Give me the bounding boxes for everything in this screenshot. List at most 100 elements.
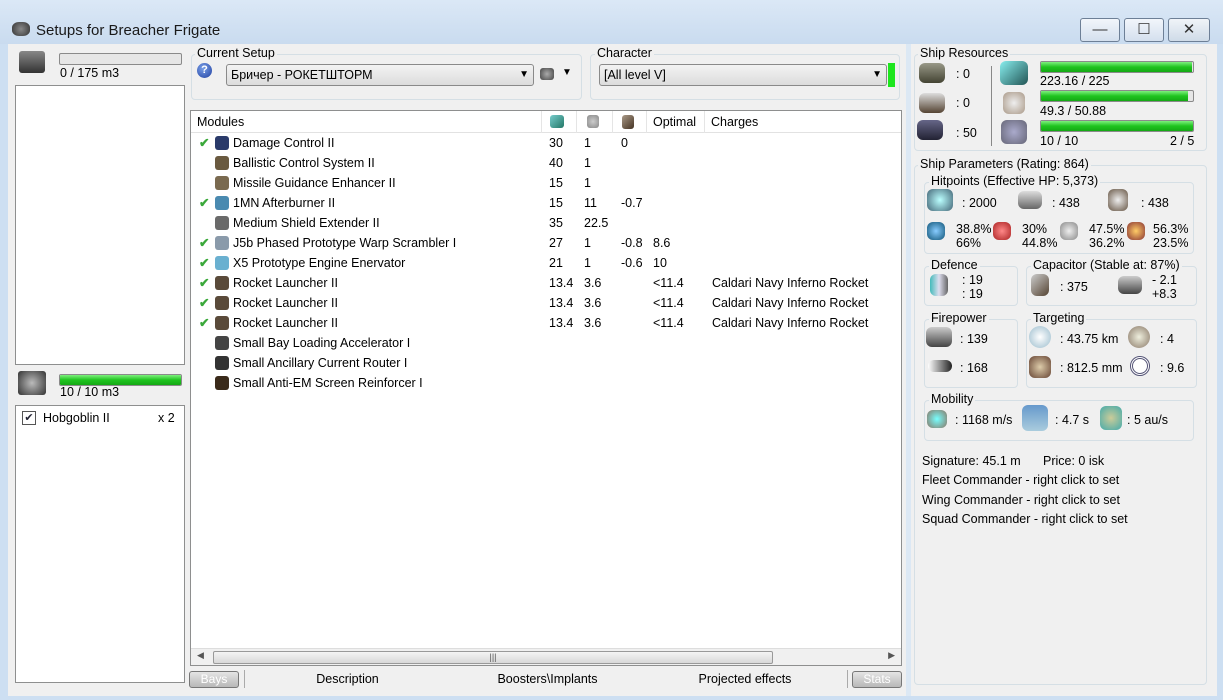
powergrid-bar — [1041, 91, 1189, 101]
missile-dps: : 168 — [960, 361, 988, 375]
cpu-icon[interactable] — [550, 115, 564, 128]
em-shield-resist: 38.8% — [956, 222, 992, 236]
header-modules[interactable]: Modules — [197, 115, 244, 129]
module-row[interactable]: Small Anti-EM Screen Reinforcer I — [191, 373, 891, 393]
em-armor-resist: 66% — [956, 236, 982, 250]
firepower-label: Firepower — [929, 311, 989, 325]
horizontal-scrollbar[interactable]: ◀ ||| ▶ — [191, 648, 901, 665]
capacitor-icon[interactable] — [622, 115, 634, 129]
help-icon[interactable]: ? — [197, 63, 212, 78]
scan-resolution: : 812.5 mm — [1060, 361, 1123, 375]
powergrid-value: 49.3 / 50.88 — [1040, 104, 1107, 118]
hitpoints-label: Hitpoints (Effective HP: 5,373) — [929, 174, 1101, 188]
drone-bandwidth-value: 10 / 10 — [1040, 134, 1079, 148]
price: Price: 0 isk — [1043, 454, 1105, 468]
module-row[interactable]: Small Bay Loading Accelerator I — [191, 333, 891, 353]
tab-description[interactable]: Description — [280, 671, 415, 688]
wing-commander[interactable]: Wing Commander - right click to set — [922, 493, 1120, 507]
em-resist-icon — [927, 222, 945, 240]
app-icon — [12, 22, 30, 36]
tab-bays[interactable]: Bays — [189, 671, 239, 688]
targeting-group — [1026, 319, 1197, 388]
powergrid-icon[interactable] — [587, 115, 599, 128]
drone-checkbox[interactable]: ✔ — [22, 411, 36, 425]
module-icon — [215, 136, 229, 150]
setup-tools-icon[interactable] — [540, 68, 554, 80]
ship-parameters-label: Ship Parameters (Rating: 864) — [918, 157, 1091, 171]
fleet-commander[interactable]: Fleet Commander - right click to set — [922, 473, 1119, 487]
module-icon — [215, 276, 229, 290]
maximize-button[interactable]: ☐ — [1124, 18, 1164, 42]
module-name: 1MN Afterburner II — [233, 196, 336, 210]
minimize-button[interactable]: — — [1080, 18, 1120, 42]
character-value: [All level V] — [604, 68, 666, 82]
explosive-resists: 56.3% 23.5% — [1153, 222, 1189, 250]
module-row[interactable]: ✔ Rocket Launcher II 13.4 3.6 <11.4 Caldari N… — [191, 273, 891, 293]
module-cpu: 13.4 — [549, 276, 574, 290]
module-row[interactable]: ✔ X5 Prototype Engine Enervator 21 1 -0.6 10 — [191, 253, 891, 273]
tab-projected-effects[interactable]: Projected effects — [670, 671, 820, 688]
em-resists: 38.8% 66% — [956, 222, 991, 250]
squad-commander[interactable]: Squad Commander - right click to set — [922, 512, 1128, 526]
module-cap: -0.7 — [621, 196, 643, 210]
explosive-resist-icon — [1127, 222, 1145, 240]
setup-tools-dropdown-icon[interactable]: ▼ — [562, 67, 572, 78]
module-cpu: 30 — [549, 136, 563, 150]
thermal-resists: 30% 44.8% — [1022, 222, 1058, 250]
module-row[interactable]: Missile Guidance Enhancer II 15 1 — [191, 173, 891, 193]
structure-hp: : 438 — [1141, 196, 1169, 210]
module-charges: Caldari Navy Inferno Rocket — [712, 276, 869, 290]
module-optimal: 10 — [653, 256, 667, 270]
header-charges[interactable]: Charges — [711, 115, 758, 129]
module-icon — [215, 316, 229, 330]
header-optimal[interactable]: Optimal — [653, 115, 696, 129]
structure-hp-icon — [1108, 189, 1128, 211]
module-pg: 1 — [584, 156, 591, 170]
scroll-thumb[interactable]: ||| — [213, 651, 773, 664]
align-time-icon — [1022, 405, 1048, 431]
setup-value: Бричер - РОКЕТШТОРМ — [231, 68, 373, 82]
module-row[interactable]: ✔ Damage Control II 30 1 0 — [191, 133, 891, 153]
setup-select[interactable]: Бричер - РОКЕТШТОРМ ▼ — [226, 64, 534, 86]
module-pg: 1 — [584, 256, 591, 270]
module-row[interactable]: ✔ J5b Phased Prototype Warp Scrambler I 27… — [191, 233, 891, 253]
scroll-left-icon[interactable]: ◀ — [197, 650, 204, 661]
scroll-right-icon[interactable]: ▶ — [888, 650, 895, 661]
signature-radius: Signature: 45.1 m — [922, 454, 1021, 468]
module-cap: 0 — [621, 136, 628, 150]
armor-hp: : 438 — [1052, 196, 1080, 210]
shield-hp-icon — [927, 189, 953, 211]
module-icon — [215, 336, 229, 350]
module-optimal: 8.6 — [653, 236, 671, 250]
turret-hardpoints-icon — [919, 63, 945, 83]
character-select[interactable]: [All level V] ▼ — [599, 64, 887, 86]
cargo-icon — [19, 51, 45, 73]
module-row[interactable]: ✔ 1MN Afterburner II 15 11 -0.7 — [191, 193, 891, 213]
turret-dps: : 139 — [960, 332, 988, 346]
module-row[interactable]: Small Ancillary Current Router I — [191, 353, 891, 373]
drone-qty: x 2 — [158, 411, 175, 425]
module-pg: 11 — [584, 196, 597, 210]
module-row[interactable]: ✔ Rocket Launcher II 13.4 3.6 <11.4 Caldari N… — [191, 313, 891, 333]
launcher-hardpoints: : 0 — [956, 96, 970, 110]
warp-speed-icon — [1100, 406, 1122, 430]
launcher-hardpoints-icon — [919, 93, 945, 113]
module-cpu: 15 — [549, 196, 563, 210]
scan-resolution-icon — [1029, 356, 1051, 378]
tab-stats[interactable]: Stats — [852, 671, 902, 688]
cargo-list[interactable] — [15, 85, 185, 365]
tab-boosters-implants[interactable]: Boosters\Implants — [470, 671, 625, 688]
active-check-icon: ✔ — [199, 136, 210, 150]
splitter[interactable] — [906, 44, 911, 696]
armor-hp-icon — [1018, 191, 1042, 209]
module-charges: Caldari Navy Inferno Rocket — [712, 296, 869, 310]
max-velocity-icon — [927, 410, 947, 428]
module-row[interactable]: ✔ Rocket Launcher II 13.4 3.6 <11.4 Caldari N… — [191, 293, 891, 313]
drone-list: ✔ Hobgoblin II x 2 — [15, 405, 185, 683]
module-row[interactable]: Ballistic Control System II 40 1 — [191, 153, 891, 173]
module-icon — [215, 296, 229, 310]
kinetic-resist-icon — [1060, 222, 1078, 240]
close-button[interactable]: ✕ — [1168, 18, 1210, 42]
module-row[interactable]: Medium Shield Extender II 35 22.5 — [191, 213, 891, 233]
module-name: Damage Control II — [233, 136, 335, 150]
